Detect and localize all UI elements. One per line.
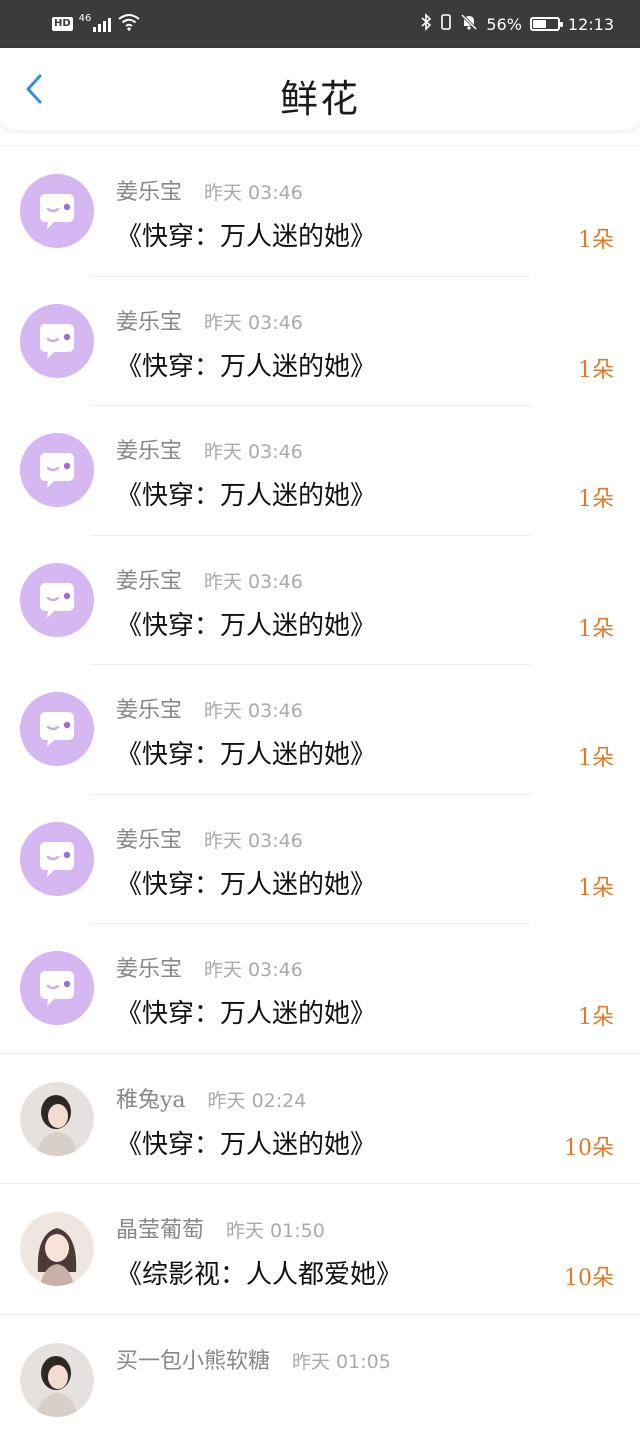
photo-avatar-icon (20, 1082, 94, 1156)
sender-line: 姜乐宝昨天 03:46 (116, 304, 303, 336)
gift-time: 昨天 03:46 (204, 826, 303, 853)
avatar[interactable] (20, 951, 94, 1025)
flower-count: 1朵 (578, 740, 614, 772)
gift-time: 昨天 01:05 (292, 1347, 391, 1374)
sender-name: 姜乐宝 (116, 822, 182, 854)
flower-count: 1朵 (578, 352, 614, 384)
sender-line: 晶莹葡萄昨天 01:50 (116, 1212, 325, 1244)
gift-row[interactable]: 姜乐宝昨天 03:46 《快穿：万人迷的她》 1朵 (0, 794, 640, 924)
status-right: 56% 12:13 (420, 12, 614, 36)
sender-name: 姜乐宝 (116, 563, 182, 595)
flower-count: 1朵 (578, 481, 614, 513)
sender-line: 买一包小熊软糖昨天 01:05 (116, 1343, 391, 1375)
sender-line: 姜乐宝昨天 03:46 (116, 563, 303, 595)
gift-list: 姜乐宝昨天 03:46《快穿：万人迷的她》1朵姜乐宝昨天 03:46《快穿：万人… (0, 145, 640, 1444)
gift-row[interactable]: 姜乐宝昨天 03:46 《快穿：万人迷的她》 1朵 (0, 405, 640, 535)
flower-count: 1朵 (578, 222, 614, 254)
battery-percent: 56% (486, 15, 522, 34)
sender-line: 姜乐宝昨天 03:46 (116, 822, 303, 854)
sender-name: 姜乐宝 (116, 433, 182, 465)
chat-bubble-icon (20, 174, 94, 248)
gift-row[interactable]: 姜乐宝昨天 03:46 《快穿：万人迷的她》 1朵 (0, 535, 640, 665)
gift-row[interactable]: 稚兔ya 昨天 02:24 《快穿：万人迷的她》 10朵 (0, 1053, 640, 1184)
book-title[interactable]: 《快穿：万人迷的她》 (116, 1124, 376, 1161)
clock: 12:13 (568, 15, 614, 34)
avatar[interactable] (20, 692, 94, 766)
book-title[interactable]: 《快穿：万人迷的她》 (116, 346, 376, 383)
flower-count: 10朵 (564, 1130, 614, 1162)
avatar[interactable] (20, 304, 94, 378)
gift-time: 昨天 03:46 (204, 955, 303, 982)
book-title[interactable]: 《综影视：人人都爱她》 (116, 1254, 402, 1291)
status-bar: HD 46 (0, 0, 640, 48)
sender-line: 稚兔ya 昨天 02:24 (116, 1082, 306, 1114)
avatar[interactable] (20, 1343, 94, 1417)
sender-name: 稚兔ya (116, 1082, 186, 1114)
gift-time: 昨天 03:46 (204, 696, 303, 723)
status-left: HD 46 (52, 12, 141, 36)
gift-time: 昨天 03:46 (204, 437, 303, 464)
battery-icon (530, 17, 560, 31)
gift-row[interactable]: 姜乐宝昨天 03:46 《快穿：万人迷的她》 1朵 (0, 923, 640, 1053)
gift-row[interactable]: 姜乐宝昨天 03:46 《快穿：万人迷的她》 1朵 (0, 145, 640, 276)
sender-name: 姜乐宝 (116, 951, 182, 983)
battery-fill (533, 20, 546, 28)
signal-icon (93, 16, 111, 32)
avatar[interactable] (20, 563, 94, 637)
flower-count: 10朵 (564, 1260, 614, 1292)
chat-bubble-icon (20, 951, 94, 1025)
photo-avatar-icon (20, 1343, 94, 1417)
gift-time: 昨天 03:46 (204, 567, 303, 594)
chat-bubble-icon (20, 822, 94, 896)
avatar[interactable] (20, 822, 94, 896)
sender-line: 姜乐宝昨天 03:46 (116, 951, 303, 983)
sender-line: 姜乐宝昨天 03:46 (116, 692, 303, 724)
avatar[interactable] (20, 1082, 94, 1156)
flower-count: 1朵 (578, 611, 614, 643)
avatar[interactable] (20, 433, 94, 507)
hd-badge: HD (52, 17, 73, 31)
book-title[interactable]: 《快穿：万人迷的她》 (116, 605, 376, 642)
illustration-avatar-icon (20, 1212, 94, 1286)
sender-line: 姜乐宝昨天 03:46 (116, 174, 303, 206)
chat-bubble-icon (20, 692, 94, 766)
sender-name: 买一包小熊软糖 (116, 1343, 270, 1375)
sender-name: 晶莹葡萄 (116, 1212, 204, 1244)
sender-name: 姜乐宝 (116, 304, 182, 336)
gift-time: 昨天 03:46 (204, 178, 303, 205)
sender-name: 姜乐宝 (116, 692, 182, 724)
sender-name: 姜乐宝 (116, 174, 182, 206)
page-title: 鲜花 (0, 68, 640, 123)
gift-row[interactable]: 买一包小熊软糖昨天 01:05 (0, 1314, 640, 1444)
avatar[interactable] (20, 174, 94, 248)
wifi-icon (117, 13, 141, 35)
network-type: 46 (79, 13, 92, 24)
vibrate-icon (440, 13, 452, 35)
flower-count: 1朵 (578, 870, 614, 902)
gift-time: 昨天 02:24 (208, 1086, 307, 1113)
header-bar: 鲜花 (0, 48, 640, 130)
gift-row[interactable]: 晶莹葡萄昨天 01:50 《综影视：人人都爱她》 10朵 (0, 1183, 640, 1314)
gift-row[interactable]: 姜乐宝昨天 03:46 《快穿：万人迷的她》 1朵 (0, 276, 640, 406)
book-title[interactable]: 《快穿：万人迷的她》 (116, 216, 376, 253)
mute-bell-icon (460, 13, 478, 35)
avatar[interactable] (20, 1212, 94, 1286)
book-title[interactable]: 《快穿：万人迷的她》 (116, 734, 376, 771)
book-title[interactable]: 《快穿：万人迷的她》 (116, 864, 376, 901)
gift-time: 昨天 01:50 (226, 1216, 325, 1243)
flower-count: 1朵 (578, 999, 614, 1031)
chat-bubble-icon (20, 563, 94, 637)
chat-bubble-icon (20, 433, 94, 507)
gift-time: 昨天 03:46 (204, 308, 303, 335)
book-title[interactable]: 《快穿：万人迷的她》 (116, 993, 376, 1030)
bluetooth-icon (420, 13, 432, 35)
gift-row[interactable]: 姜乐宝昨天 03:46 《快穿：万人迷的她》 1朵 (0, 664, 640, 794)
chat-bubble-icon (20, 304, 94, 378)
book-title[interactable]: 《快穿：万人迷的她》 (116, 475, 376, 512)
sender-line: 姜乐宝昨天 03:46 (116, 433, 303, 465)
